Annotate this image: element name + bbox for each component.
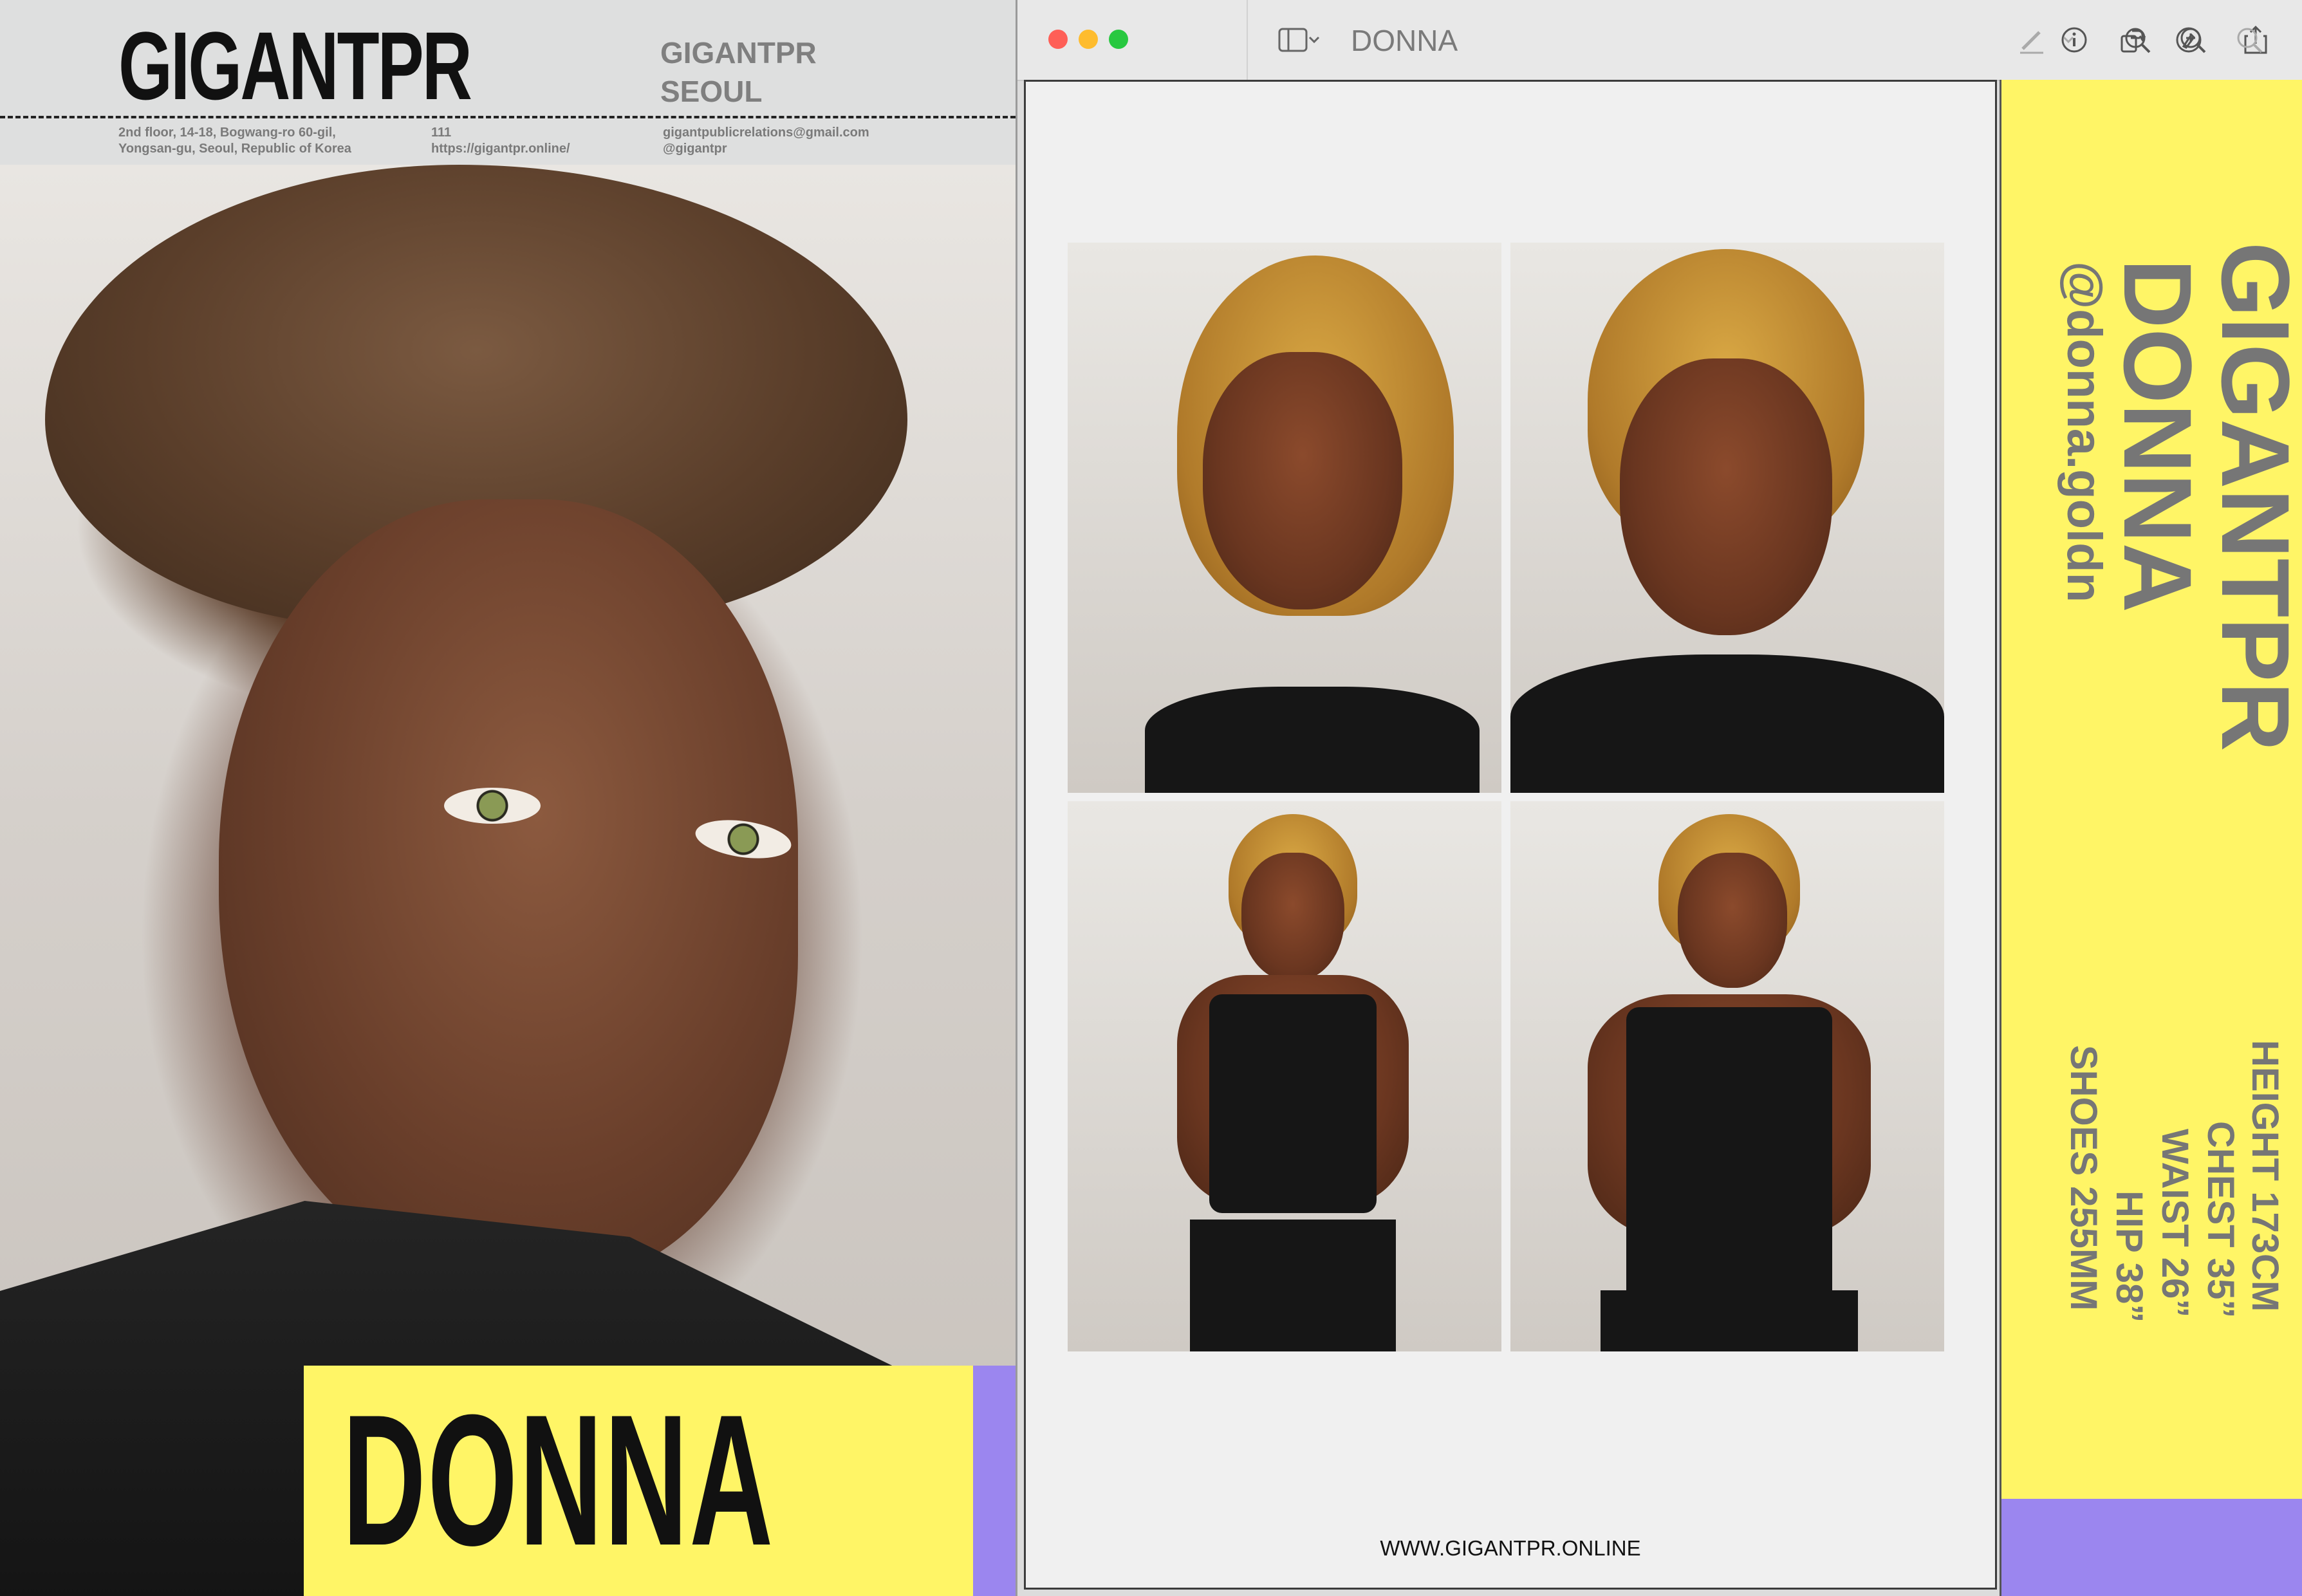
chevron-down-icon[interactable] (2059, 22, 2078, 58)
name-banner: DONNA (304, 1366, 973, 1596)
polaroid-full-body-2 (1510, 801, 1944, 1351)
agency-name: GIGANTPR (660, 36, 817, 70)
purple-accent-strip (2001, 1499, 2302, 1596)
eye-left (444, 788, 541, 824)
minimize-button[interactable] (1079, 30, 1098, 49)
agency-email: gigantpublicrelations@gmail.com (663, 125, 869, 140)
polaroid-full-body-1 (1068, 801, 1501, 1351)
pdf-page-polaroids[interactable]: WWW.GIGANTPR.ONLINE (1024, 80, 1997, 1590)
zoom-button[interactable] (1109, 30, 1128, 49)
address-line-2: Yongsan-gu, Seoul, Republic of Korea (118, 142, 351, 156)
polaroid-profile (1068, 243, 1501, 793)
agency-instagram: @gigantpr (663, 142, 727, 156)
agency-address: 2nd floor, 14-18, Bogwang-ro 60-gil, Yon… (118, 125, 351, 157)
titlebar-divider (1247, 0, 1248, 80)
agency-social: gigantpublicrelations@gmail.com @gigantp… (663, 125, 869, 157)
search-icon[interactable] (2231, 22, 2267, 58)
model-name: DONNA (342, 1376, 775, 1584)
address-line-1: 2nd floor, 14-18, Bogwang-ro 60-gil, (118, 125, 336, 140)
comp-card-header: GIGANTPR GIGANTPR SEOUL 2nd floor, 14-18… (0, 0, 1016, 165)
agency-city: SEOUL (660, 75, 763, 108)
agency-logo: GIGANTPR (118, 12, 472, 120)
stat-hip: HIP 38” (2108, 1191, 2150, 1323)
stat-waist: WAIST 26” (2154, 1129, 2196, 1318)
dashed-divider (0, 116, 1016, 118)
markup-pen-icon[interactable] (2014, 22, 2050, 58)
preview-window: DONNA WWW.GIGANTPR.ONLINE GIGANTPR DONNA… (1016, 0, 2302, 1596)
close-button[interactable] (1048, 30, 1068, 49)
purple-accent-strip (973, 1366, 1016, 1596)
comp-card-front: GIGANTPR GIGANTPR SEOUL 2nd floor, 14-18… (0, 0, 1016, 1596)
agency-name-block: GIGANTPR SEOUL (660, 33, 817, 111)
pdf-page-stats[interactable]: GIGANTPR DONNA @donna.goldn HEIGHT 173CM… (2000, 80, 2302, 1596)
rotate-icon[interactable] (2114, 22, 2150, 58)
document-title: DONNA (1351, 24, 1458, 57)
chevron-down-icon[interactable] (1304, 22, 1324, 58)
stats-instagram: @donna.goldn (2057, 261, 2112, 602)
agency-phone: 111 (431, 125, 452, 140)
agency-website: https://gigantpr.online/ (431, 142, 570, 156)
stats-agency: GIGANTPR (2202, 242, 2302, 752)
face (219, 499, 798, 1285)
footer-website: WWW.GIGANTPR.ONLINE (1380, 1536, 1641, 1560)
agency-contact: 111 https://gigantpr.online/ (431, 125, 570, 157)
polaroid-front-closeup (1510, 243, 1944, 793)
stat-height: HEIGHT 173CM (2244, 1040, 2286, 1312)
stat-chest: CHEST 35” (2200, 1121, 2242, 1319)
stat-shoes: SHOES 255MM (2063, 1045, 2104, 1311)
stats-model-name: DONNA (2104, 259, 2212, 613)
window-titlebar: DONNA (1017, 0, 2302, 81)
markup-icon[interactable] (2171, 22, 2207, 58)
